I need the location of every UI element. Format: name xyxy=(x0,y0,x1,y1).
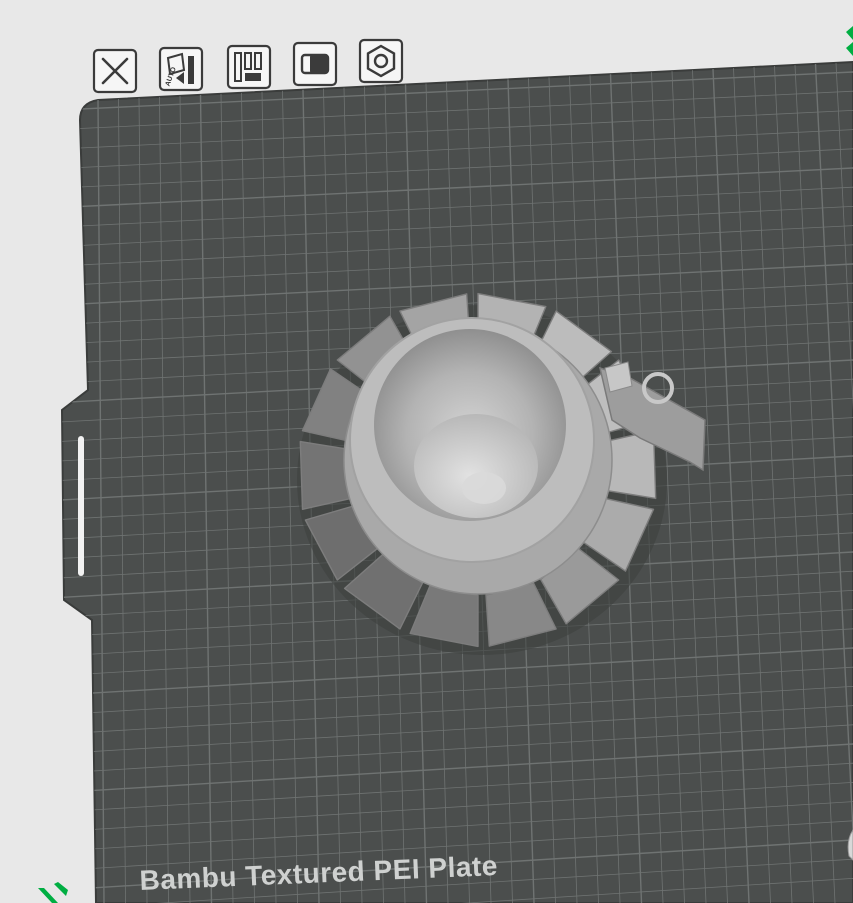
auto-orient-icon: AUTO xyxy=(158,46,204,92)
axis-indicator-icon xyxy=(38,882,68,903)
lock-icon xyxy=(292,41,338,87)
arrange-button[interactable] xyxy=(226,44,272,90)
axis-indicator-icon xyxy=(846,26,853,56)
plate-handle-slot xyxy=(78,436,84,576)
nut-settings-icon xyxy=(358,38,404,84)
close-icon xyxy=(92,48,138,94)
build-plate-scene[interactable]: Bambu Textured PEI Plate xyxy=(0,0,853,903)
plate-toolbar: AUTO xyxy=(92,38,422,94)
plate-settings-button[interactable] xyxy=(358,38,404,84)
close-plate-button[interactable] xyxy=(92,48,138,94)
3d-viewport[interactable]: Bambu Textured PEI Plate AUTO xyxy=(0,0,853,903)
arrange-icon xyxy=(226,44,272,90)
auto-orient-button[interactable]: AUTO xyxy=(158,46,204,92)
lock-plate-button[interactable] xyxy=(292,41,338,87)
